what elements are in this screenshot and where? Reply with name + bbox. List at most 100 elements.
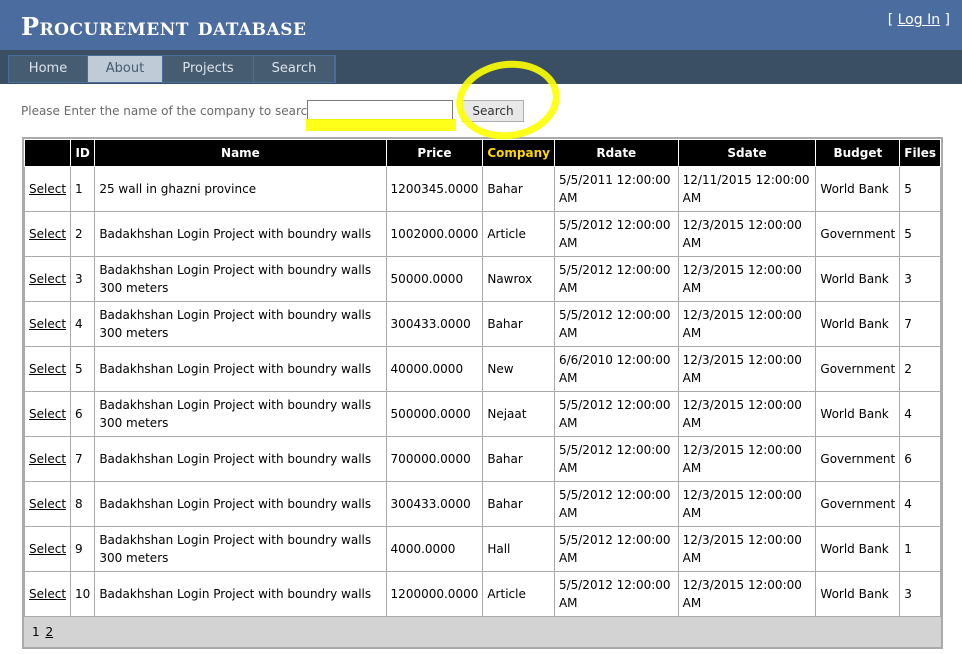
cell-sdate: 12/3/2015 12:00:00 AM — [677, 571, 817, 617]
select-row-link[interactable]: Select — [29, 182, 66, 196]
cell-sdate: 12/11/2015 12:00:00 AM — [677, 166, 817, 212]
login-area: [ Log In ] — [888, 12, 950, 28]
pager: 1 2 — [24, 617, 941, 647]
header-id[interactable]: ID — [70, 139, 96, 167]
cell-files: 2 — [899, 346, 941, 392]
header-budget[interactable]: Budget — [815, 139, 901, 167]
header-select — [23, 139, 72, 167]
cell-id: 8 — [70, 481, 96, 527]
cell-budget: World Bank — [815, 166, 901, 212]
cell-rdate: 6/6/2010 12:00:00 AM — [553, 346, 679, 392]
cell-budget: World Bank — [815, 301, 901, 347]
select-row-link[interactable]: Select — [29, 452, 66, 466]
cell-rdate: 5/5/2012 12:00:00 AM — [553, 436, 679, 482]
cell-rdate: 5/5/2012 12:00:00 AM — [553, 211, 679, 257]
table-header-row: ID Name Price Company Rdate Sdate Budget… — [23, 139, 941, 167]
cell-id: 3 — [70, 256, 96, 302]
cell-sdate: 12/3/2015 12:00:00 AM — [677, 256, 817, 302]
cell-name: Badakhshan Login Project with boundry wa… — [94, 571, 387, 617]
pager-current: 1 — [32, 625, 40, 639]
cell-sdate: 12/3/2015 12:00:00 AM — [677, 211, 817, 257]
cell-company: Bahar — [482, 166, 555, 212]
select-row-link[interactable]: Select — [29, 497, 66, 511]
cell-budget: World Bank — [815, 391, 901, 437]
select-cell: Select — [23, 346, 72, 392]
menu-item-projects[interactable]: Projects — [163, 56, 254, 82]
table-row: Select 5 Badakhshan Login Project with bou… — [23, 346, 941, 392]
header-company[interactable]: Company — [482, 139, 555, 167]
cell-rdate: 5/5/2012 12:00:00 AM — [553, 256, 679, 302]
cell-budget: Government — [815, 436, 901, 482]
cell-company: Bahar — [482, 301, 555, 347]
cell-files: 5 — [899, 211, 941, 257]
cell-id: 9 — [70, 526, 96, 572]
select-cell: Select — [23, 211, 72, 257]
login-bracket-open: [ — [887, 12, 898, 28]
header-files[interactable]: Files — [899, 139, 941, 167]
cell-files: 4 — [899, 391, 941, 437]
header-name[interactable]: Name — [94, 139, 387, 167]
header-sdate[interactable]: Sdate — [677, 139, 817, 167]
cell-price: 300433.0000 — [385, 481, 484, 527]
table-row: Select 4 Badakhshan Login Project with bou… — [23, 301, 941, 347]
cell-rdate: 5/5/2012 12:00:00 AM — [553, 391, 679, 437]
cell-company: Hall — [482, 526, 555, 572]
cell-price: 1200345.0000 — [385, 166, 484, 212]
cell-files: 1 — [899, 526, 941, 572]
cell-id: 7 — [70, 436, 96, 482]
cell-files: 6 — [899, 436, 941, 482]
cell-company: New — [482, 346, 555, 392]
cell-name: Badakhshan Login Project with boundry wa… — [94, 436, 387, 482]
select-cell: Select — [23, 436, 72, 482]
cell-price: 40000.0000 — [385, 346, 484, 392]
cell-files: 4 — [899, 481, 941, 527]
select-row-link[interactable]: Select — [29, 542, 66, 556]
annotation-highlight-underline — [306, 119, 456, 131]
cell-budget: World Bank — [815, 256, 901, 302]
cell-company: Bahar — [482, 436, 555, 482]
header-price[interactable]: Price — [385, 139, 484, 167]
table-row: Select 7 Badakhshan Login Project with bou… — [23, 436, 941, 482]
cell-files: 3 — [899, 256, 941, 302]
cell-company: Article — [482, 211, 555, 257]
select-row-link[interactable]: Select — [29, 587, 66, 601]
table-row: Select 8 Badakhshan Login Project with bou… — [23, 481, 941, 527]
login-link[interactable]: Log In — [898, 12, 940, 28]
menu-item-home[interactable]: Home — [9, 56, 88, 82]
cell-company: Nawrox — [482, 256, 555, 302]
cell-price: 1200000.0000 — [385, 571, 484, 617]
cell-name: Badakhshan Login Project with boundry wa… — [94, 256, 387, 302]
cell-files: 5 — [899, 166, 941, 212]
cell-sdate: 12/3/2015 12:00:00 AM — [677, 436, 817, 482]
cell-name: Badakhshan Login Project with boundry wa… — [94, 481, 387, 527]
select-cell: Select — [23, 301, 72, 347]
cell-files: 7 — [899, 301, 941, 347]
cell-budget: World Bank — [815, 571, 901, 617]
table-body: Select 1 25 wall in ghazni province 1200345… — [23, 166, 941, 617]
select-row-link[interactable]: Select — [29, 362, 66, 376]
cell-id: 5 — [70, 346, 96, 392]
login-bracket-close: ] — [940, 12, 950, 28]
cell-sdate: 12/3/2015 12:00:00 AM — [677, 346, 817, 392]
select-row-link[interactable]: Select — [29, 227, 66, 241]
select-cell: Select — [23, 481, 72, 527]
company-search-input[interactable] — [307, 100, 453, 120]
pager-link-2[interactable]: 2 — [45, 625, 53, 639]
cell-budget: Government — [815, 346, 901, 392]
select-cell: Select — [23, 391, 72, 437]
cell-id: 1 — [70, 166, 96, 212]
cell-price: 500000.0000 — [385, 391, 484, 437]
cell-company: Article — [482, 571, 555, 617]
menu-item-about[interactable]: About — [88, 56, 163, 82]
cell-files: 3 — [899, 571, 941, 617]
cell-rdate: 5/5/2011 12:00:00 AM — [553, 166, 679, 212]
menu-item-search[interactable]: Search — [254, 56, 335, 82]
select-row-link[interactable]: Select — [29, 272, 66, 286]
header-rdate[interactable]: Rdate — [553, 139, 679, 167]
cell-price: 700000.0000 — [385, 436, 484, 482]
cell-price: 1002000.0000 — [385, 211, 484, 257]
cell-price: 50000.0000 — [385, 256, 484, 302]
select-row-link[interactable]: Select — [29, 317, 66, 331]
select-row-link[interactable]: Select — [29, 407, 66, 421]
cell-company: Nejaat — [482, 391, 555, 437]
